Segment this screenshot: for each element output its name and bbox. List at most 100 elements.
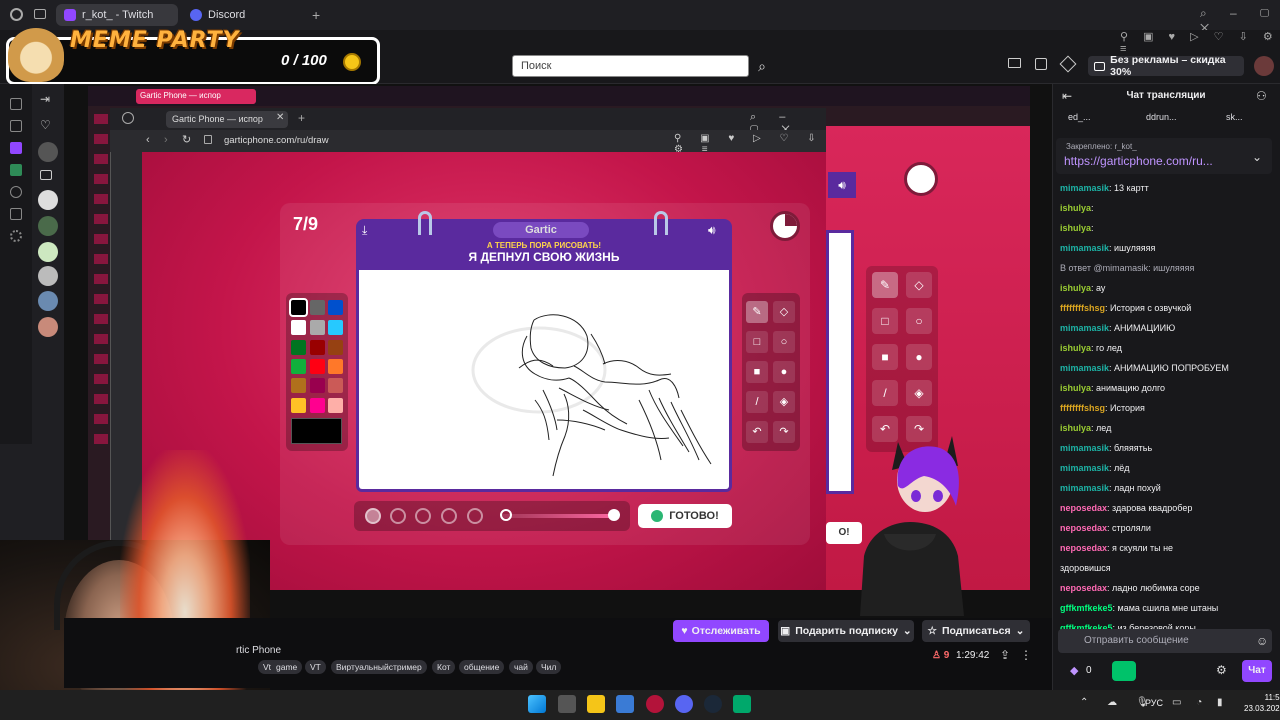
brush-size-4[interactable] xyxy=(441,508,457,524)
chat-username[interactable]: ishulya xyxy=(1060,383,1091,393)
color-swatch[interactable] xyxy=(310,340,325,355)
chat-username[interactable]: neposedax xyxy=(1060,583,1107,593)
color-swatch[interactable] xyxy=(328,359,343,374)
mail-icon[interactable] xyxy=(1008,58,1021,68)
chat-username[interactable]: mimamasik xyxy=(1060,243,1109,253)
brush-size-2[interactable] xyxy=(390,508,406,524)
collapse-sidebar-icon[interactable]: ⇥ xyxy=(40,92,50,106)
chat-username[interactable]: ishulya xyxy=(1060,423,1091,433)
color-swatch[interactable] xyxy=(291,340,306,355)
chat-users-icon[interactable]: ⚇ xyxy=(1256,89,1267,103)
leaderboard-entry[interactable]: sk... xyxy=(1226,112,1243,122)
chat-username[interactable]: gffkmfkeke5 xyxy=(1060,603,1113,613)
leaderboard-entry[interactable]: ed_... xyxy=(1068,112,1091,122)
followed-channel-avatar[interactable] xyxy=(38,317,58,337)
color-swatch[interactable] xyxy=(328,300,343,315)
steam-icon[interactable] xyxy=(704,695,722,713)
pencil-tool-icon[interactable]: ✎ xyxy=(746,301,768,323)
more-options-icon[interactable]: ⋮ xyxy=(1020,648,1032,662)
opacity-slider[interactable] xyxy=(500,514,618,518)
tag[interactable]: game xyxy=(271,660,303,674)
drawing-canvas[interactable] xyxy=(356,270,732,492)
subscribe-button[interactable]: ☆ Подписаться ⌄ xyxy=(922,620,1030,642)
user-avatar[interactable] xyxy=(1254,56,1274,76)
followed-channel-avatar[interactable] xyxy=(38,266,58,286)
chat-settings-icon[interactable]: ⚙ xyxy=(1216,663,1227,677)
tag[interactable]: общение xyxy=(459,660,505,674)
color-swatch[interactable] xyxy=(310,359,325,374)
new-tab-icon[interactable]: + xyxy=(312,7,320,23)
brush-size-5[interactable] xyxy=(467,508,483,524)
filled-rectangle-tool-icon[interactable]: ■ xyxy=(746,361,768,383)
whispers-icon[interactable] xyxy=(1035,58,1047,70)
opacity-slider-thumb[interactable] xyxy=(608,509,620,521)
color-swatch[interactable] xyxy=(310,378,325,393)
sound-icon[interactable]: 🔊︎ xyxy=(708,223,716,238)
filled-ellipse-tool-icon[interactable]: ● xyxy=(773,361,795,383)
color-swatch[interactable] xyxy=(291,320,306,335)
chat-username[interactable]: neposedax xyxy=(1060,523,1107,533)
camera-icon[interactable] xyxy=(40,170,52,180)
color-swatch[interactable] xyxy=(328,320,343,335)
ellipse-tool-icon[interactable]: ○ xyxy=(773,331,795,353)
heart-icon[interactable]: ♡ xyxy=(40,118,51,132)
browser-menu-icon[interactable] xyxy=(10,8,23,21)
chat-username[interactable]: neposedax xyxy=(1060,543,1107,553)
chat-username[interactable]: ffffffffshsg xyxy=(1060,403,1105,413)
undo-icon[interactable]: ↶ xyxy=(746,421,768,443)
start-icon[interactable] xyxy=(528,695,546,713)
color-swatch[interactable] xyxy=(310,320,325,335)
download-icon[interactable]: ⤓ xyxy=(362,223,367,238)
chat-username[interactable]: mimamasik xyxy=(1060,443,1109,453)
chat-username[interactable]: neposedax xyxy=(1060,503,1107,513)
bucket-tool-icon[interactable]: ◈ xyxy=(773,391,795,413)
side-icon-1[interactable] xyxy=(10,98,22,110)
leaderboard-entry[interactable]: ddrun... xyxy=(1146,112,1177,122)
tag[interactable]: Виртуальныйстример xyxy=(331,660,427,674)
emote-picker-icon[interactable]: ☺ xyxy=(1256,634,1268,648)
followed-channel-avatar[interactable] xyxy=(38,242,58,262)
chat-username[interactable]: ishulya xyxy=(1060,203,1091,213)
app-icon[interactable] xyxy=(733,695,751,713)
store-icon[interactable] xyxy=(616,695,634,713)
chat-username[interactable]: ishulya xyxy=(1060,343,1091,353)
tag[interactable]: Чил xyxy=(536,660,562,674)
search-icon[interactable]: ⌕ xyxy=(752,55,772,77)
chat-username[interactable]: mimamasik xyxy=(1060,183,1109,193)
clock[interactable]: 11:50 23.03.2026 xyxy=(1244,692,1280,714)
gift-sub-button[interactable]: ▣ Подарить подписку ⌄ xyxy=(778,620,914,642)
side-icon-4[interactable] xyxy=(10,164,22,176)
side-icon-2[interactable] xyxy=(10,120,22,132)
color-swatch[interactable] xyxy=(310,300,325,315)
search-input[interactable]: Поиск xyxy=(512,55,749,77)
settings-icon[interactable] xyxy=(10,230,22,242)
tag[interactable]: чай xyxy=(509,660,533,674)
gift-box-icon[interactable] xyxy=(1112,661,1136,681)
tag[interactable]: Кот xyxy=(432,660,456,674)
share-icon[interactable]: ⇪ xyxy=(1000,648,1010,662)
chevron-down-icon[interactable]: ⌄ xyxy=(1252,150,1262,164)
rectangle-tool-icon[interactable]: □ xyxy=(746,331,768,353)
color-swatch[interactable] xyxy=(328,378,343,393)
brush-size-1[interactable] xyxy=(365,508,381,524)
chat-send-button[interactable]: Чат xyxy=(1242,660,1272,682)
tab-discord[interactable]: Discord xyxy=(182,4,304,26)
followed-channel-avatar[interactable] xyxy=(38,216,58,236)
pinned-message[interactable]: Закреплено: r_kot_ https://garticphone.c… xyxy=(1056,138,1272,174)
color-swatch[interactable] xyxy=(328,398,343,413)
chat-username[interactable]: mimamasik xyxy=(1060,323,1109,333)
chat-input[interactable]: Отправить сообщение xyxy=(1058,629,1272,653)
side-icon-3[interactable] xyxy=(10,142,22,154)
chat-username[interactable]: ishulya xyxy=(1060,223,1091,233)
redo-icon[interactable]: ↷ xyxy=(773,421,795,443)
eraser-tool-icon[interactable]: ◇ xyxy=(773,301,795,323)
chat-username[interactable]: mimamasik xyxy=(1060,483,1109,493)
file-explorer-icon[interactable] xyxy=(587,695,605,713)
task-view-icon[interactable] xyxy=(558,695,576,713)
color-swatch[interactable] xyxy=(291,378,306,393)
discord-icon[interactable] xyxy=(675,695,693,713)
chat-username[interactable]: ffffffffshsg xyxy=(1060,303,1105,313)
followed-channel-avatar[interactable] xyxy=(38,190,58,210)
color-swatch[interactable] xyxy=(291,398,306,413)
channel-points-icon[interactable]: ◆ xyxy=(1070,664,1078,677)
